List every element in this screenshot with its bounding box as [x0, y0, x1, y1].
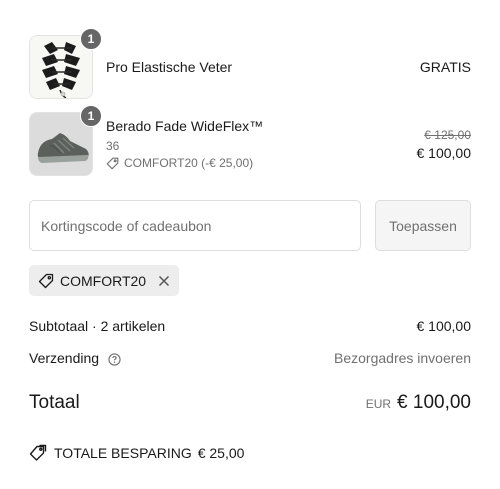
remove-discount-button[interactable]: [158, 275, 170, 287]
total-savings: TOTALE BESPARING € 25,00: [29, 444, 244, 462]
savings-value: € 25,00: [197, 445, 245, 461]
product-name: Pro Elastische Veter: [106, 59, 233, 75]
shipping-value: Bezorgadres invoeren: [334, 350, 471, 366]
quantity-badge: 1: [80, 28, 102, 50]
cart-line-item: 1 Pro Elastische Veter GRATIS: [29, 28, 471, 99]
applied-discount-code: COMFORT20: [60, 272, 147, 289]
discount-code-input[interactable]: [29, 200, 361, 251]
apply-button[interactable]: Toepassen: [375, 200, 471, 251]
total-label: Totaal: [29, 392, 80, 413]
product-price: GRATIS: [419, 59, 471, 75]
product-variant: 36: [106, 139, 120, 153]
close-icon: [159, 275, 170, 286]
total-row: Totaal EUR € 100,00: [29, 392, 471, 414]
product-thumbnail: 1: [29, 105, 102, 176]
line-discount-label: COMFORT20 (-€ 25,00): [124, 156, 254, 170]
applied-discount-chip: COMFORT20: [29, 265, 180, 296]
total-value: € 100,00: [397, 392, 471, 413]
product-thumbnail: 1: [29, 28, 102, 99]
savings-label: TOTALE BESPARING: [54, 445, 192, 461]
cart-line-item: 1 Berado Fade WideFlex™ 36 COMFORT20 (-€…: [29, 105, 472, 176]
shipping-row: Verzending Bezorgadres invoeren: [29, 350, 471, 366]
subtotal-label: Subtotaal · 2 artikelen: [29, 318, 166, 334]
shipping-label: Verzending: [29, 350, 100, 366]
subtotal-value: € 100,00: [416, 318, 472, 334]
original-price: € 125,00: [424, 127, 471, 142]
product-price: € 100,00: [416, 144, 472, 161]
tag-icon: [38, 273, 54, 288]
shipping-help-icon[interactable]: [108, 353, 121, 366]
help-icon: [108, 353, 121, 366]
product-name: Berado Fade WideFlex™: [106, 118, 264, 134]
tag-icon: [106, 157, 119, 169]
currency-code: EUR: [365, 397, 392, 411]
savings-tag-icon: [29, 444, 47, 461]
subtotal-row: Subtotaal · 2 artikelen € 100,00: [29, 318, 471, 334]
line-discount: COMFORT20 (-€ 25,00): [106, 156, 417, 170]
quantity-badge: 1: [80, 105, 102, 127]
